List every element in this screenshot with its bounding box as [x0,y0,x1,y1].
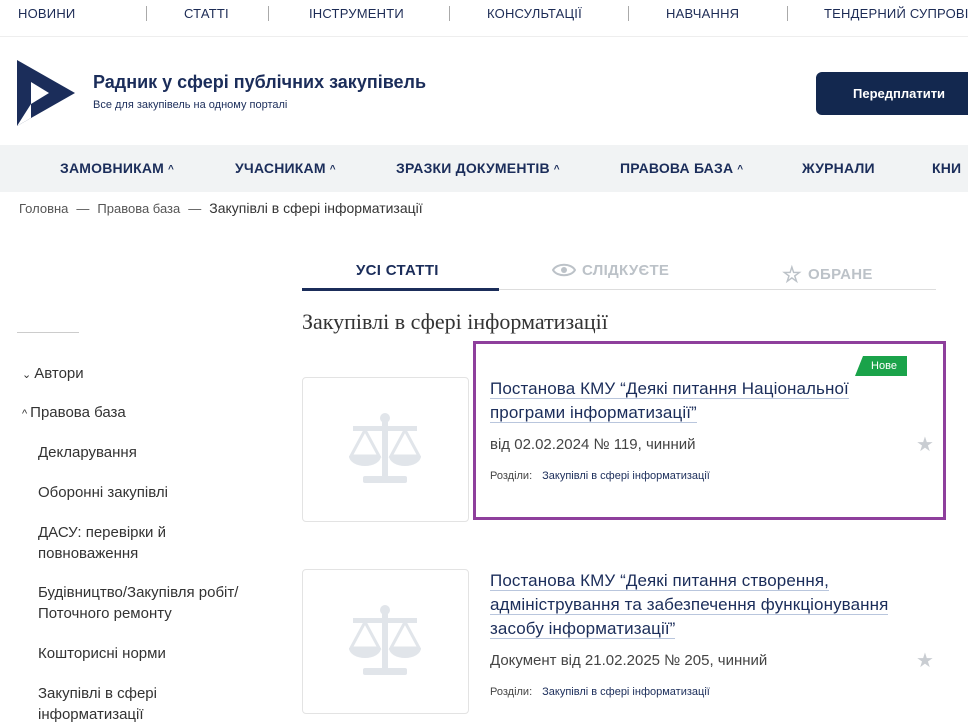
sidebar-divider [17,332,79,333]
brand-subtitle: Все для закупівель на одному порталі [93,99,288,111]
menu-document-templates[interactable]: ЗРАЗКИ ДОКУМЕНТІВ ^ [396,160,560,176]
breadcrumb: Головна — Правова база — Закупівлі в сфері і… [19,200,423,216]
tab-active-indicator [302,288,499,291]
page-title: Закупівлі в сфері інформатизації [302,309,608,334]
sidebar-authors-label: Автори [34,365,84,382]
menu-journals[interactable]: ЖУРНАЛИ [802,160,875,176]
tab-following-label: СЛІДКУЄТЕ [582,262,670,279]
tab-favorites-label: ОБРАНЕ [808,266,873,283]
brand-logo-icon[interactable] [17,60,75,126]
topnav-divider [449,6,450,21]
sidebar-authors-toggle[interactable]: ⌄ Автори [22,363,84,386]
breadcrumb-current: Закупівлі в сфері інформатизації [209,200,423,216]
breadcrumb-separator: — [188,201,202,216]
top-navigation: НОВИНИ СТАТТІ ІНСТРУМЕНТИ КОНСУЛЬТАЦІЇ Н… [0,0,968,37]
scales-of-justice-icon [349,605,421,675]
sidebar-legal-base-toggle[interactable]: ^ Правова база [22,402,126,425]
chevron-up-icon: ^ [22,408,28,420]
article-thumbnail[interactable] [302,569,469,714]
topnav-tender-support[interactable]: ТЕНДЕРНИЙ СУПРОВІ [824,6,968,21]
chevron-up-icon: ^ [737,164,744,175]
article-thumbnail[interactable] [302,377,469,522]
article-title-link[interactable]: Постанова КМУ “Деякі питання створення, … [490,571,889,639]
sidebar-item-construction[interactable]: Будівництво/Закупівля робіт/ Поточного р… [38,582,278,624]
chevron-up-icon: ^ [168,164,175,175]
topnav-divider [787,6,788,21]
topnav-divider [628,6,629,21]
sidebar-item-cost-norms[interactable]: Кошторисні норми [38,643,278,664]
tab-all-articles[interactable]: УСІ СТАТТІ [356,262,439,279]
topnav-articles[interactable]: СТАТТІ [184,6,229,21]
article-meta: Документ від 21.02.2025 № 205, чинний [490,652,768,669]
subscribe-button[interactable]: Передплатити [816,72,968,115]
sections-label: Розділи: [490,686,533,698]
menu-document-templates-label: ЗРАЗКИ ДОКУМЕНТІВ [396,160,550,176]
topnav-news[interactable]: НОВИНИ [18,6,75,21]
sidebar-legal-base-label: Правова база [30,404,126,421]
sidebar-item-informatization[interactable]: Закупівлі в сфері інформатизації [38,683,218,725]
sidebar-item-defense-procurement[interactable]: Оборонні закупівлі [38,482,278,503]
chevron-up-icon: ^ [553,164,560,175]
menu-legal-base[interactable]: ПРАВОВА БАЗА ^ [620,160,743,176]
breadcrumb-separator: — [76,201,90,216]
menu-legal-base-label: ПРАВОВА БАЗА [620,160,734,176]
topnav-training[interactable]: НАВЧАННЯ [666,6,739,21]
tab-favorites[interactable]: ☆ ОБРАНЕ [782,262,873,288]
chevron-down-icon: ⌄ [22,369,32,381]
sidebar-item-declaration[interactable]: Декларування [38,442,278,463]
menu-participants[interactable]: УЧАСНИКАМ ^ [235,160,336,176]
brand-title[interactable]: Радник у сфері публічних закупівель [93,72,426,93]
topnav-tools[interactable]: ІНСТРУМЕНТИ [309,6,404,21]
breadcrumb-legal-base[interactable]: Правова база [97,201,180,216]
main-menu: ЗАМОВНИКАМ ^ УЧАСНИКАМ ^ ЗРАЗКИ ДОКУМЕНТІВ… [0,145,968,192]
favorite-star-icon[interactable]: ★ [916,648,934,673]
topnav-consultations[interactable]: КОНСУЛЬТАЦІЇ [487,6,582,21]
menu-participants-label: УЧАСНИКАМ [235,160,326,176]
chevron-up-icon: ^ [329,164,336,175]
breadcrumb-home[interactable]: Головна [19,201,68,216]
menu-customers[interactable]: ЗАМОВНИКАМ ^ [60,160,174,176]
menu-customers-label: ЗАМОВНИКАМ [60,160,165,176]
topnav-divider [146,6,147,21]
star-outline-icon: ☆ [782,262,803,287]
section-link[interactable]: Закупівлі в сфері інформатизації [542,686,710,698]
article-title[interactable]: Постанова КМУ “Деякі питання створення, … [490,569,890,641]
scales-of-justice-icon [349,413,421,483]
topnav-divider [268,6,269,21]
highlight-box [473,341,946,520]
menu-books[interactable]: КНИ [932,160,961,176]
eye-icon [551,263,577,277]
article-sections: Розділи: Закупівлі в сфері інформатизації [490,686,710,698]
sidebar-item-dasu-audits[interactable]: ДАСУ: перевірки й повноваження [38,522,238,564]
tab-following[interactable]: СЛІДКУЄТЕ [551,262,670,279]
